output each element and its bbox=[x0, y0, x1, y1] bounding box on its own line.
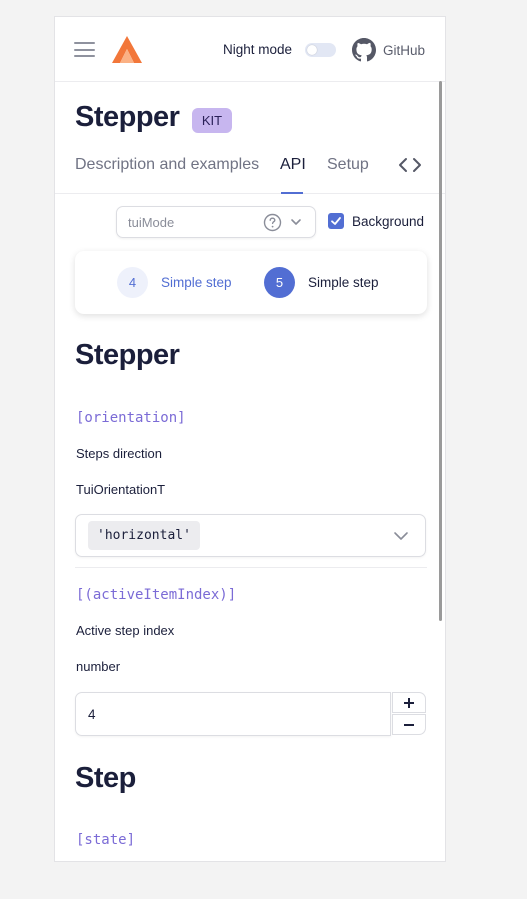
mode-select[interactable]: tuiMode bbox=[116, 206, 316, 238]
tab-setup[interactable]: Setup bbox=[327, 156, 369, 174]
github-icon[interactable] bbox=[352, 38, 376, 62]
stepper-preview: 4 Simple step 5 Simple step bbox=[75, 251, 427, 314]
tab-bar: Description and examples API Setup bbox=[55, 152, 445, 194]
help-icon[interactable] bbox=[263, 213, 282, 232]
step-number: 4 bbox=[117, 267, 148, 298]
night-mode-label: Night mode bbox=[223, 42, 293, 57]
page-title: Stepper bbox=[75, 101, 180, 133]
active-index-type: number bbox=[76, 659, 121, 674]
plus-icon bbox=[404, 697, 414, 708]
step-number: 5 bbox=[264, 267, 295, 298]
tab-description[interactable]: Description and examples bbox=[75, 156, 259, 174]
state-prop-name: [state] bbox=[76, 832, 136, 848]
chevron-down-icon bbox=[394, 532, 408, 540]
decrement-button[interactable] bbox=[392, 714, 426, 735]
menu-icon[interactable] bbox=[74, 42, 95, 57]
chevron-down-icon bbox=[291, 219, 301, 225]
stepper-step[interactable]: 4 Simple step bbox=[117, 267, 232, 298]
step-heading: Step bbox=[75, 762, 136, 794]
top-bar: Night mode GitHub bbox=[55, 17, 445, 82]
orientation-prop-name: [orientation] bbox=[76, 410, 186, 426]
increment-button[interactable] bbox=[392, 692, 426, 713]
tab-api[interactable]: API bbox=[280, 156, 306, 174]
active-index-value: 4 bbox=[88, 707, 96, 722]
orientation-type: TuiOrientationT bbox=[76, 482, 166, 497]
background-checkbox[interactable] bbox=[328, 213, 344, 229]
step-label: Simple step bbox=[161, 275, 232, 290]
github-link[interactable]: GitHub bbox=[383, 43, 425, 58]
minus-icon bbox=[404, 723, 414, 726]
taiga-logo-icon[interactable] bbox=[112, 36, 142, 63]
night-mode-toggle[interactable] bbox=[305, 43, 336, 57]
kit-badge: KIT bbox=[192, 108, 232, 133]
scrollbar[interactable] bbox=[439, 81, 442, 621]
app-frame: Night mode GitHub Stepper KIT Descriptio… bbox=[54, 16, 446, 862]
mode-select-value: tuiMode bbox=[128, 215, 175, 230]
stepper-heading: Stepper bbox=[75, 339, 180, 371]
background-label: Background bbox=[352, 214, 425, 229]
step-label: Simple step bbox=[308, 275, 379, 290]
divider bbox=[75, 567, 427, 568]
checkmark-icon bbox=[331, 217, 341, 225]
active-tab-indicator bbox=[281, 192, 303, 194]
stepper-step-active[interactable]: 5 Simple step bbox=[264, 267, 379, 298]
orientation-description: Steps direction bbox=[76, 446, 162, 461]
orientation-value: 'horizontal' bbox=[88, 521, 200, 550]
active-index-description: Active step index bbox=[76, 623, 175, 638]
orientation-select[interactable]: 'horizontal' bbox=[75, 514, 426, 557]
active-index-input[interactable]: 4 bbox=[75, 692, 391, 736]
code-icon[interactable] bbox=[398, 157, 422, 173]
active-index-prop-name: [(activeItemIndex)] bbox=[76, 587, 237, 603]
